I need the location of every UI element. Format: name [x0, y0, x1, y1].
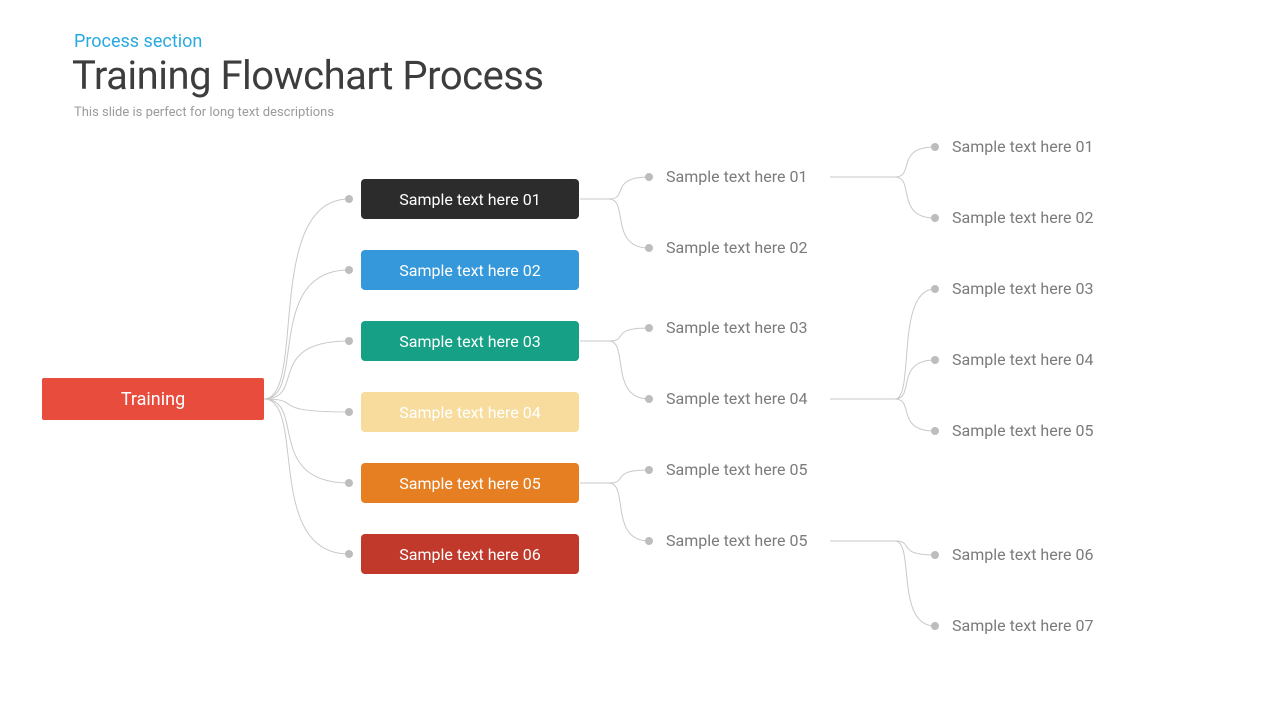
- level3-leaf: Sample text here 03: [952, 279, 1093, 298]
- section-eyebrow: Process section: [74, 31, 202, 52]
- level2-leaf: Sample text here 02: [666, 238, 807, 257]
- level1-node: Sample text here 05: [361, 463, 579, 503]
- level1-node-label: Sample text here 06: [399, 545, 540, 564]
- level1-node: Sample text here 02: [361, 250, 579, 290]
- level2-leaf: Sample text here 05: [666, 460, 807, 479]
- level1-node: Sample text here 06: [361, 534, 579, 574]
- level3-leaf: Sample text here 06: [952, 545, 1093, 564]
- slide-title: Training Flowchart Process: [72, 52, 544, 99]
- level2-leaf: Sample text here 03: [666, 318, 807, 337]
- level2-leaf: Sample text here 04: [666, 389, 807, 408]
- root-node: Training: [42, 378, 264, 420]
- level1-node: Sample text here 04: [361, 392, 579, 432]
- level1-node-label: Sample text here 03: [399, 332, 540, 351]
- level3-leaf: Sample text here 04: [952, 350, 1093, 369]
- level3-leaf: Sample text here 07: [952, 616, 1093, 635]
- slide-stage: Process section Training Flowchart Proce…: [0, 0, 1280, 720]
- slide-subtitle: This slide is perfect for long text desc…: [74, 105, 334, 120]
- root-node-label: Training: [121, 389, 185, 410]
- level1-node-label: Sample text here 01: [399, 190, 540, 209]
- level2-leaf: Sample text here 01: [666, 167, 807, 186]
- level3-leaf: Sample text here 02: [952, 208, 1093, 227]
- level1-node-label: Sample text here 05: [399, 474, 540, 493]
- level1-node: Sample text here 01: [361, 179, 579, 219]
- level3-leaf: Sample text here 01: [952, 137, 1093, 156]
- level1-node-label: Sample text here 04: [399, 403, 540, 422]
- level3-leaf: Sample text here 05: [952, 421, 1093, 440]
- level1-node: Sample text here 03: [361, 321, 579, 361]
- level2-leaf: Sample text here 05: [666, 531, 807, 550]
- level1-node-label: Sample text here 02: [399, 261, 540, 280]
